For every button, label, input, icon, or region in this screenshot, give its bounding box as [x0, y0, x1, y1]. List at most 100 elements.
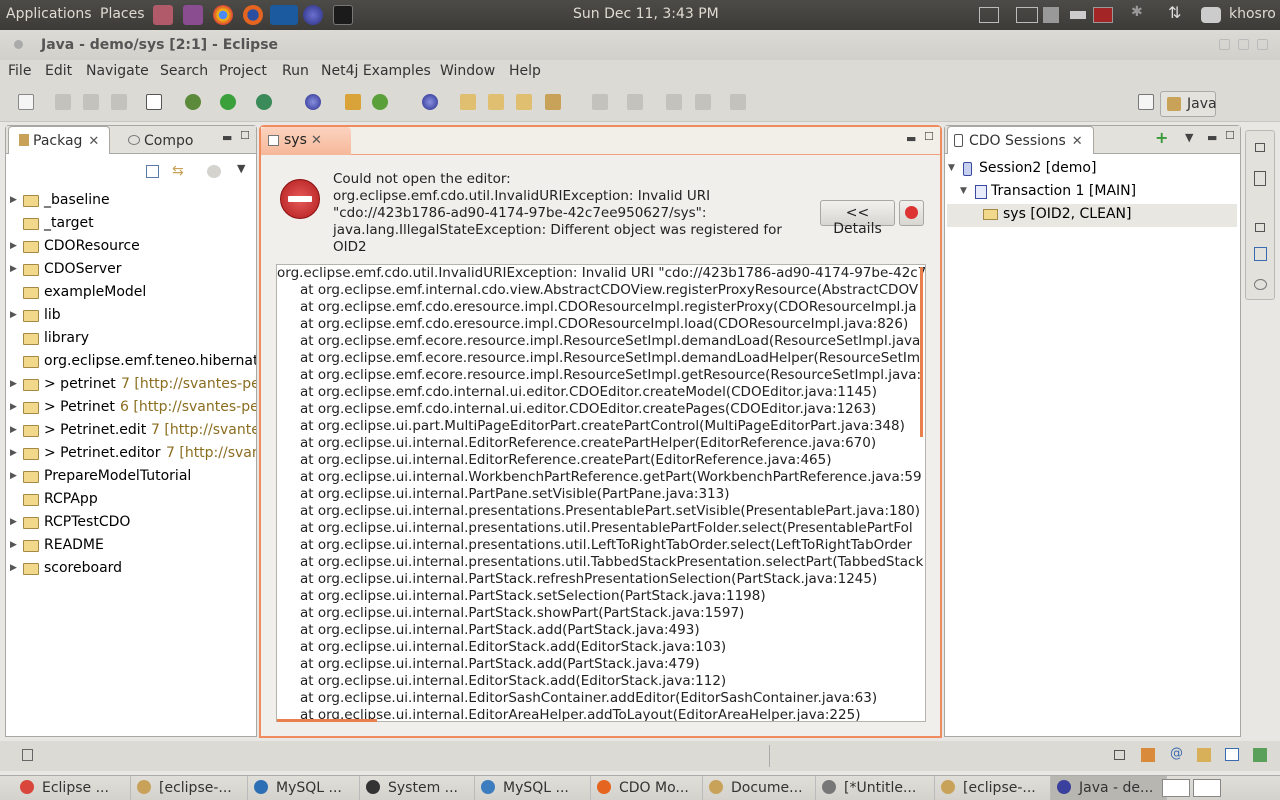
save-icon[interactable]	[55, 94, 71, 110]
record-icon[interactable]	[1093, 7, 1113, 23]
taskbar-item[interactable]: [eclipse-...	[935, 776, 1051, 800]
expand-arrow-icon[interactable]: ▶	[10, 195, 17, 205]
mail-icon[interactable]	[979, 7, 999, 23]
search-icon[interactable]	[516, 94, 532, 110]
taskbar-item[interactable]: [*Untitle...	[816, 776, 935, 800]
tree-item[interactable]: library	[6, 328, 256, 351]
javadoc-icon[interactable]: @	[1170, 746, 1183, 761]
launcher-icon[interactable]	[153, 5, 173, 25]
minimize-button[interactable]	[1219, 39, 1230, 50]
menu-help[interactable]: Help	[509, 63, 541, 79]
open-session-icon[interactable]	[422, 94, 438, 110]
places-menu[interactable]: Places	[100, 6, 145, 22]
previous-annotation-icon[interactable]	[627, 94, 643, 110]
last-edit-icon[interactable]	[666, 94, 682, 110]
tree-item[interactable]: ▶ RCPTestCDO	[6, 512, 256, 535]
debug-icon[interactable]	[185, 94, 201, 110]
taskbar-item[interactable]: System ...	[360, 776, 475, 800]
eclipse-icon[interactable]	[303, 5, 323, 25]
collapse-all-icon[interactable]	[146, 165, 159, 178]
chrome-icon[interactable]	[213, 5, 233, 25]
view-menu-icon[interactable]: ▼	[237, 162, 245, 175]
volume-icon[interactable]	[1043, 7, 1059, 23]
cdo-icon[interactable]	[305, 94, 321, 110]
view-menu-icon[interactable]: ▼	[1185, 131, 1193, 144]
restore-icon[interactable]	[1255, 143, 1265, 152]
hierarchy-icon[interactable]	[1254, 247, 1267, 261]
filter-icon[interactable]	[207, 165, 221, 178]
details-button[interactable]: << Details	[820, 200, 895, 237]
new-package-icon[interactable]	[345, 94, 361, 110]
annotation-icon[interactable]	[545, 94, 561, 110]
user-menu[interactable]: khosro	[1229, 6, 1276, 22]
tree-item[interactable]: ▶ PrepareModelTutorial	[6, 466, 256, 489]
expand-arrow-icon[interactable]: ▶	[10, 379, 17, 389]
new-icon[interactable]	[18, 94, 34, 110]
tab-package-explorer[interactable]: Packag ✕	[8, 126, 111, 154]
menu-navigate[interactable]: Navigate	[86, 63, 149, 79]
taskbar-item[interactable]: [eclipse-...	[131, 776, 248, 800]
close-icon[interactable]: ✕	[1072, 134, 1083, 149]
expand-arrow-icon[interactable]: ▶	[10, 310, 17, 320]
expand-arrow-icon[interactable]: ▶	[10, 425, 17, 435]
tree-item[interactable]: ▶ > Petrinet 6 [http://svantes-petr	[6, 397, 256, 420]
open-type-icon[interactable]	[460, 94, 476, 110]
restore-icon[interactable]	[1255, 223, 1265, 232]
taskbar-item[interactable]: CDO Mo...	[591, 776, 703, 800]
tree-item[interactable]: ▶ scoreboard	[6, 558, 256, 581]
applications-menu[interactable]: Applications	[6, 6, 92, 22]
taskbar-item[interactable]: Eclipse ...	[14, 776, 131, 800]
horizontal-scroll-indicator[interactable]	[277, 719, 377, 722]
close-icon[interactable]: ✕	[88, 134, 99, 149]
tree-item[interactable]: ▶ README	[6, 535, 256, 558]
expand-arrow-icon[interactable]: ▼	[948, 163, 955, 173]
tree-item[interactable]: org.eclipse.emf.teneo.hibernate	[6, 351, 256, 374]
close-button[interactable]	[1257, 39, 1268, 50]
expand-arrow-icon[interactable]: ▶	[10, 471, 17, 481]
window-menu-icon[interactable]	[14, 40, 23, 49]
maximize-icon[interactable]: ☐	[240, 129, 250, 142]
tree-item[interactable]: RCPApp	[6, 489, 256, 512]
scroll-indicator[interactable]	[920, 267, 923, 437]
tree-item[interactable]: ▶ > Petrinet.editor 7 [http://svante	[6, 443, 256, 466]
fast-view-icon[interactable]	[22, 749, 33, 761]
expand-arrow-icon[interactable]: ▶	[10, 540, 17, 550]
taskbar-item[interactable]: Docume...	[703, 776, 816, 800]
session-node[interactable]: ▼ Session2 [demo]	[945, 158, 1240, 181]
database-icon[interactable]	[1254, 279, 1267, 290]
tree-item[interactable]: ▶ > Petrinet.edit7 [http://svantes-	[6, 420, 256, 443]
tree-item[interactable]: exampleModel	[6, 282, 256, 305]
run-icon[interactable]	[220, 94, 236, 110]
bluetooth-icon[interactable]: ✱	[1131, 4, 1151, 20]
declaration-icon[interactable]	[1197, 748, 1211, 762]
maximize-icon[interactable]: ☐	[1225, 129, 1235, 142]
tab-sys[interactable]: sys ✕	[261, 127, 351, 155]
taskbar-item[interactable]: Java - de...	[1051, 776, 1167, 800]
menu-edit[interactable]: Edit	[45, 63, 72, 79]
keyboard-icon[interactable]	[1016, 7, 1038, 23]
forward-icon[interactable]	[730, 94, 746, 110]
new-class-icon[interactable]	[372, 94, 388, 110]
save-all-icon[interactable]	[83, 94, 99, 110]
open-perspective-icon[interactable]	[1138, 94, 1154, 110]
menu-project[interactable]: Project	[219, 63, 267, 79]
tree-item[interactable]: ▶ CDOResource	[6, 236, 256, 259]
transaction-node[interactable]: ▼ Transaction 1 [MAIN]	[945, 181, 1240, 204]
network-icon[interactable]: ⇅	[1168, 3, 1188, 22]
tasks-icon[interactable]	[1141, 748, 1155, 762]
chat-icon[interactable]	[1201, 7, 1221, 23]
link-editor-icon[interactable]: ⇆	[172, 164, 187, 178]
java-perspective-button[interactable]: Java	[1160, 91, 1217, 117]
tree-item[interactable]: ▶ lib	[6, 305, 256, 328]
progress-icon[interactable]	[1253, 748, 1267, 762]
firefox-icon[interactable]	[243, 5, 263, 25]
maximize-icon[interactable]: ☐	[924, 130, 934, 143]
console-icon[interactable]	[1225, 748, 1239, 761]
indigo-icon[interactable]	[270, 5, 298, 25]
back-icon[interactable]	[695, 94, 711, 110]
add-session-icon[interactable]: +	[1155, 128, 1168, 147]
expand-arrow-icon[interactable]: ▶	[10, 448, 17, 458]
close-icon[interactable]: ✕	[311, 133, 322, 148]
minimize-icon[interactable]: ▬	[906, 132, 916, 145]
taskbar-item[interactable]: MySQL ...	[475, 776, 591, 800]
